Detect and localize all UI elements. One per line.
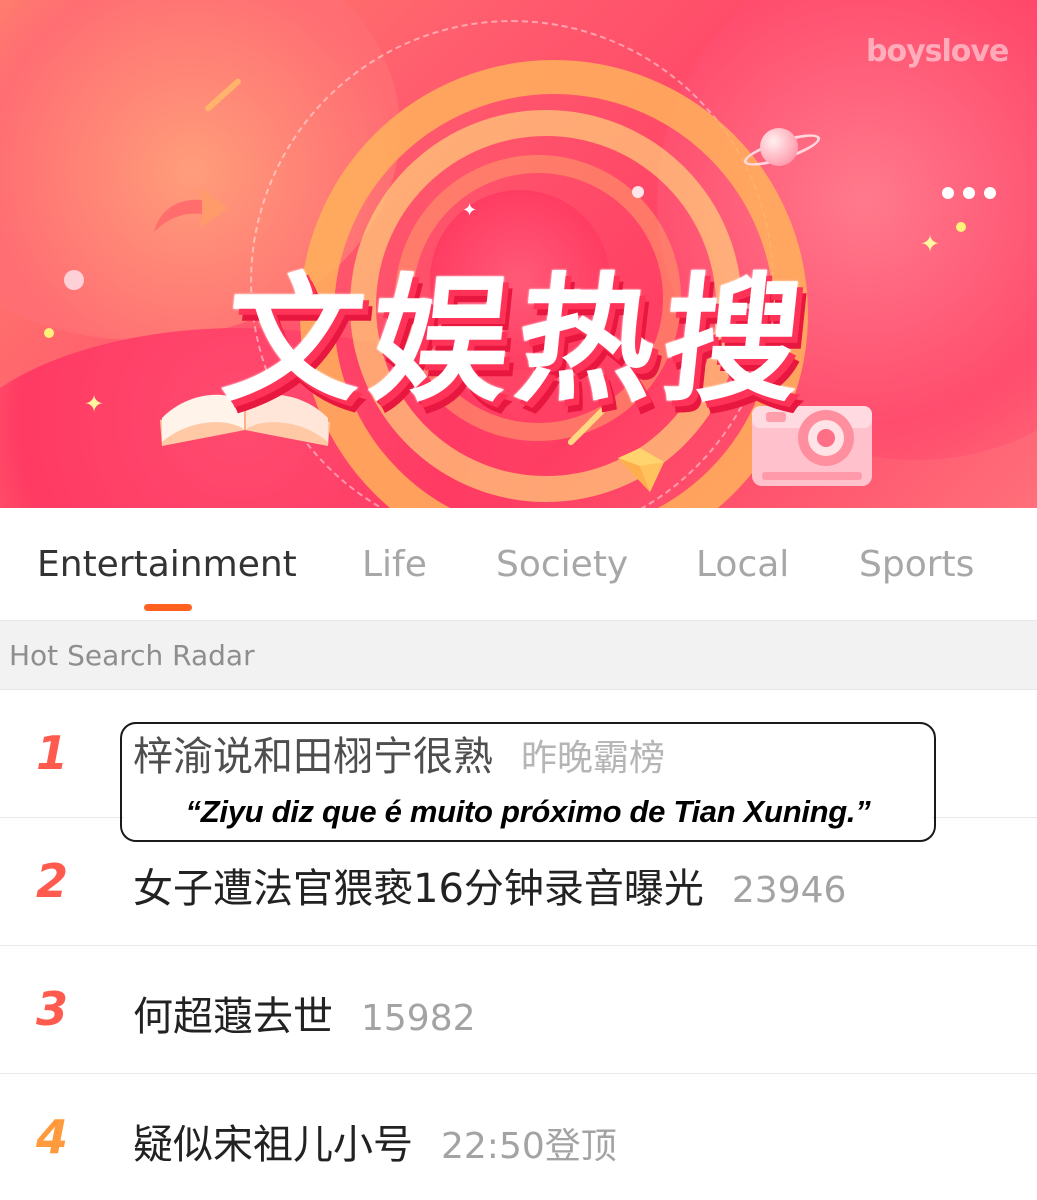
search-query[interactable]: 疑似宋祖儿小号 [133,1122,413,1168]
category-tabs: Entertainment Life Society Local Sports [0,508,1037,620]
rank-number: 3 [36,982,69,1036]
hot-search-row[interactable]: 4 疑似宋祖儿小号 22:50登顶 [0,1074,1037,1200]
search-meta: 22:50登顶 [441,1126,617,1167]
planet-icon [760,128,798,166]
tab-entertainment[interactable]: Entertainment [37,544,297,585]
sparkle-icon: ✦ [462,200,478,221]
hot-search-banner: ✦ ✦ ✦ 文娱热搜 boyslove [0,0,1037,508]
banner-title: 文娱热搜 [216,260,818,421]
search-query[interactable]: 女子遭法官猥亵16分钟录音曝光 [133,866,704,912]
search-query[interactable]: 何超蕸去世 [133,994,333,1040]
translation-caption: “Ziyu diz que é muito próximo de Tian Xu… [120,722,936,842]
more-dot [942,187,954,199]
caption-text: “Ziyu diz que é muito próximo de Tian Xu… [185,794,871,829]
hot-search-row[interactable]: 3 何超蕸去世 15982 [0,946,1037,1074]
watermark-logo: boyslove [866,34,1009,69]
diamond-icon [618,448,664,492]
rank-number: 1 [36,726,69,780]
hot-search-entry: 疑似宋祖儿小号 22:50登顶 [133,1112,617,1170]
tab-society[interactable]: Society [496,544,628,585]
tab-life[interactable]: Life [362,544,427,585]
hot-search-entry: 何超蕸去世 15982 [133,984,476,1042]
section-header: Hot Search Radar [0,620,1037,690]
rank-number: 2 [36,854,69,908]
tab-local[interactable]: Local [696,544,789,585]
decorative-dot [632,186,644,198]
active-tab-indicator [144,604,192,611]
search-meta: 15982 [361,998,476,1039]
more-options-icon[interactable] [942,187,996,199]
rank-number: 4 [36,1110,69,1164]
hot-search-entry: 女子遭法官猥亵16分钟录音曝光 23946 [133,856,846,914]
more-dot [963,187,975,199]
more-dot [984,187,996,199]
section-title: Hot Search Radar [9,639,255,672]
tab-sports[interactable]: Sports [859,544,974,585]
search-meta: 23946 [731,870,847,911]
